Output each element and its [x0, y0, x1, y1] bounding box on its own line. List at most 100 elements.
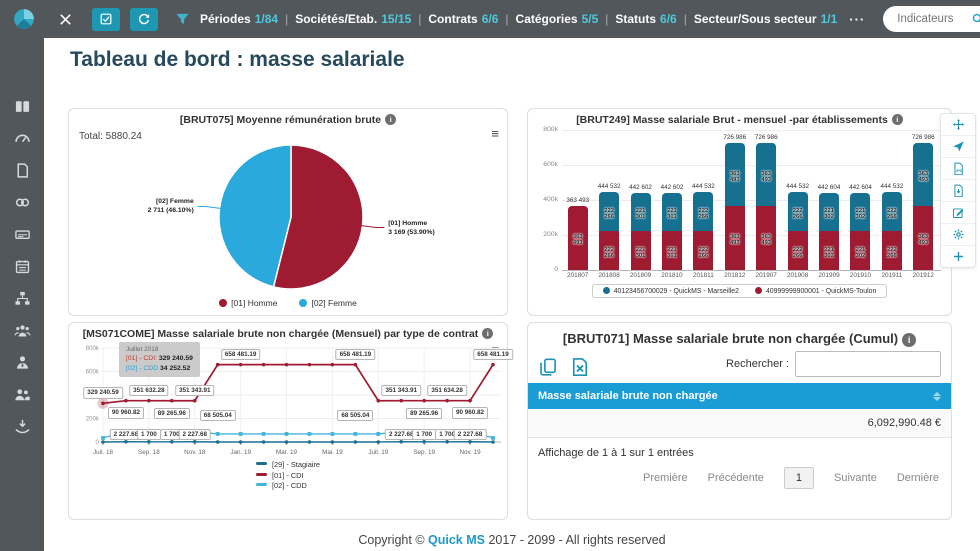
svg-text:Nov. 18: Nov. 18 [184, 449, 206, 456]
close-icon[interactable] [58, 12, 73, 27]
sidebar-manager-icon[interactable] [0, 346, 44, 378]
filter-item-1[interactable]: Périodes1/84 [200, 10, 278, 28]
bar-column-201808[interactable]: 222 266222 266444 532 [599, 130, 619, 270]
sidebar-import-icon[interactable] [0, 410, 44, 442]
bar-segment-value: 221 302 [850, 247, 870, 259]
table-search-input[interactable] [795, 351, 941, 377]
bar-total-label: 726 986 [903, 134, 943, 141]
multi-select-button[interactable] [92, 8, 120, 31]
bar-segment-value: 363 493 [756, 234, 776, 246]
pagination-next[interactable]: Suivante [834, 472, 877, 484]
toolbar-gear-icon[interactable] [941, 224, 975, 246]
table-search: Rechercher : [726, 351, 941, 377]
sidebar-calendar-icon[interactable] [0, 250, 44, 282]
search-icon[interactable] [971, 12, 980, 26]
bar-segment: 222 266 [882, 192, 902, 231]
bar-column-201809[interactable]: 221 301221 301442 602 [631, 130, 651, 270]
main-content: Tableau de bord : masse salariale [BRUT0… [44, 38, 980, 551]
pagination-page-1[interactable]: 1 [784, 467, 814, 489]
bar-column-201812[interactable]: 363 493363 493726 986 [725, 130, 745, 270]
app-logo-icon[interactable] [12, 7, 36, 31]
bar-segment: 363 493 [568, 206, 588, 270]
footer-text: Copyright © [358, 533, 428, 547]
legend-dot [755, 287, 762, 294]
bar-column-201807[interactable]: 363 493363 493 [568, 130, 588, 270]
search-input[interactable] [895, 12, 971, 26]
table-column-header[interactable]: Masse salariale brute non chargée [528, 383, 951, 409]
bar-column-201909[interactable]: 221 302221 302442 604 [819, 130, 839, 270]
sidebar-document-icon[interactable] [0, 154, 44, 186]
excel-export-icon[interactable] [570, 357, 590, 377]
refresh-button[interactable] [130, 8, 158, 31]
filter-count: 6/6 [482, 12, 499, 26]
sidebar-payroll-card-icon[interactable] [0, 218, 44, 250]
legend-dot [219, 299, 227, 307]
info-icon[interactable]: i [902, 333, 916, 347]
table-info-text: Affichage de 1 à 1 sur 1 entrées [528, 438, 951, 461]
pagination-last[interactable]: Dernière [897, 472, 939, 484]
bar-total-label: 726 986 [746, 134, 786, 141]
toolbar-export-jpg-icon[interactable]: JPG [941, 158, 975, 180]
toolbar-edit-icon[interactable] [941, 202, 975, 224]
footer-brand[interactable]: Quick MS [428, 533, 485, 547]
sidebar-team-icon[interactable] [0, 314, 44, 346]
bar-segment: 363 493 [756, 143, 776, 207]
bar-column-201811[interactable]: 222 266222 266444 532 [693, 130, 713, 270]
pie-legend-item[interactable]: [01] Homme [219, 298, 277, 308]
bar-segment-value: 221 301 [662, 247, 682, 259]
tooltip-row: [01] - CDI: 329 240.59 [126, 354, 193, 364]
bar-column-201912[interactable]: 363 493363 493726 986 [913, 130, 933, 270]
legend-dot [299, 299, 307, 307]
filter-icon[interactable] [175, 12, 190, 27]
filter-item-2[interactable]: Sociétés/Etab.15/15 [295, 10, 411, 28]
table-panel-title-text: [BRUT071] Masse salariale brute non char… [563, 331, 898, 346]
toolbar-add-icon[interactable] [941, 246, 975, 267]
line-legend-item[interactable]: [29] - Stagiaire [256, 460, 320, 471]
sidebar-gauge-icon[interactable] [0, 122, 44, 154]
sidebar-orgchart-icon[interactable] [0, 282, 44, 314]
copy-icon[interactable] [538, 357, 558, 377]
bar-segment-value: 222 266 [788, 208, 808, 220]
line-legend-item[interactable]: [02] - CDD [256, 481, 307, 492]
bar-column-201911[interactable]: 222 266222 266444 532 [882, 130, 902, 270]
pie-legend: [01] Homme [02] Femme [69, 298, 507, 308]
filter-item-4[interactable]: Catégories5/5 [516, 10, 599, 28]
bar-column-201910[interactable]: 221 302221 302442 604 [850, 130, 870, 270]
bar-column-201907[interactable]: 363 493363 493726 986 [756, 130, 776, 270]
legend-marker [256, 473, 267, 476]
filter-item-5[interactable]: Statuts6/6 [615, 10, 676, 28]
line-legend: [29] - Stagiaire[01] - CDI[02] - CDD [256, 460, 320, 492]
bar-segment: 221 302 [819, 193, 839, 232]
sidebar-library-icon[interactable] [0, 90, 44, 122]
info-icon[interactable]: i [892, 114, 903, 125]
pagination-prev[interactable]: Précédente [708, 472, 764, 484]
bar-segment-value: 221 301 [631, 247, 651, 259]
pie-legend-item[interactable]: [02] Femme [299, 298, 356, 308]
pagination-first[interactable]: Première [643, 472, 688, 484]
info-icon[interactable]: i [482, 328, 493, 339]
toolbar-move-icon[interactable] [941, 114, 975, 136]
sidebar-employees-icon[interactable] [0, 378, 44, 410]
toolbar-send-icon[interactable] [941, 136, 975, 158]
sidebar-contracts-icon[interactable] [0, 186, 44, 218]
bar-column-201908[interactable]: 222 266222 266444 532 [788, 130, 808, 270]
bar-legend-item[interactable]: 40123456700029 - QuickMS - Marseille2 [603, 287, 739, 295]
bar-total-label: 444 532 [872, 183, 912, 190]
toolbar-export-file-icon[interactable] [941, 180, 975, 202]
line-legend-item[interactable]: [01] - CDI [256, 471, 304, 482]
info-icon[interactable]: i [385, 114, 396, 125]
more-filters-button[interactable]: ··· [849, 12, 865, 27]
indicator-search[interactable] [883, 6, 980, 32]
bar-segment-value: 221 302 [819, 208, 839, 220]
filter-item-6[interactable]: Secteur/Sous secteur1/1 [694, 10, 837, 28]
tooltip-title: Juillet 2018 [126, 345, 193, 354]
svg-text:Jan. 19: Jan. 19 [230, 449, 251, 456]
bar-segment: 222 266 [882, 231, 902, 270]
bar-segment: 363 493 [725, 206, 745, 270]
bar-column-201810[interactable]: 221 301221 301442 602 [662, 130, 682, 270]
bar-chart-panel: [BRUT249] Masse salariale Brut - mensuel… [527, 108, 952, 316]
svg-text:Juil. 18: Juil. 18 [93, 449, 113, 456]
filter-item-3[interactable]: Contrats6/6 [428, 10, 498, 28]
bar-panel-title-text: [BRUT249] Masse salariale Brut - mensuel… [576, 114, 888, 126]
bar-legend-item[interactable]: 40999999900001 - QuickMS-Toulon [755, 287, 876, 295]
